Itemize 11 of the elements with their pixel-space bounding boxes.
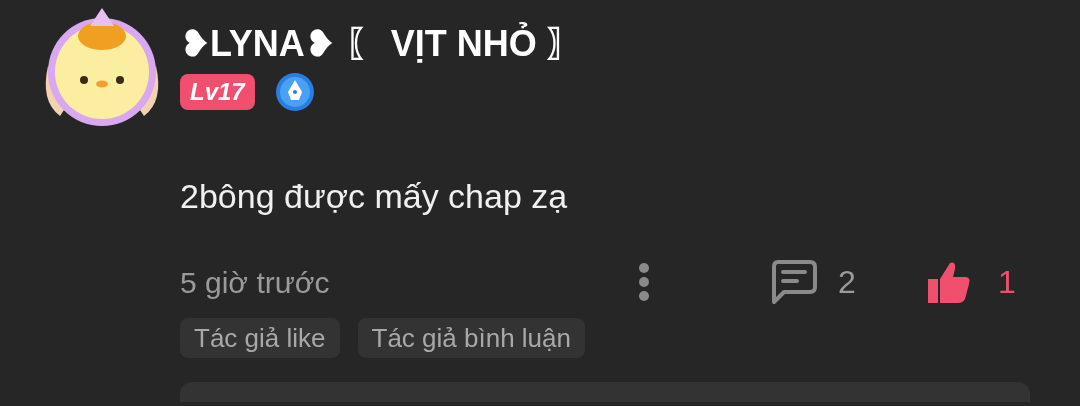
timestamp: 5 giờ trước [180,264,331,301]
comment-icon[interactable] [770,259,818,305]
reply-count: 2 [838,263,857,302]
level-badge: Lv17 [180,74,255,110]
comment-text: 2bông được mấy chap zạ [180,176,569,217]
tag: Tác giả like [180,318,340,358]
more-icon[interactable] [638,262,650,302]
author-name[interactable]: ❥LYNA❥ 〖 VỊT NHỎ 〗 [180,22,583,66]
tag: Tác giả bình luận [357,318,585,358]
like-count: 1 [998,263,1016,302]
pen-badge-icon [274,72,315,112]
